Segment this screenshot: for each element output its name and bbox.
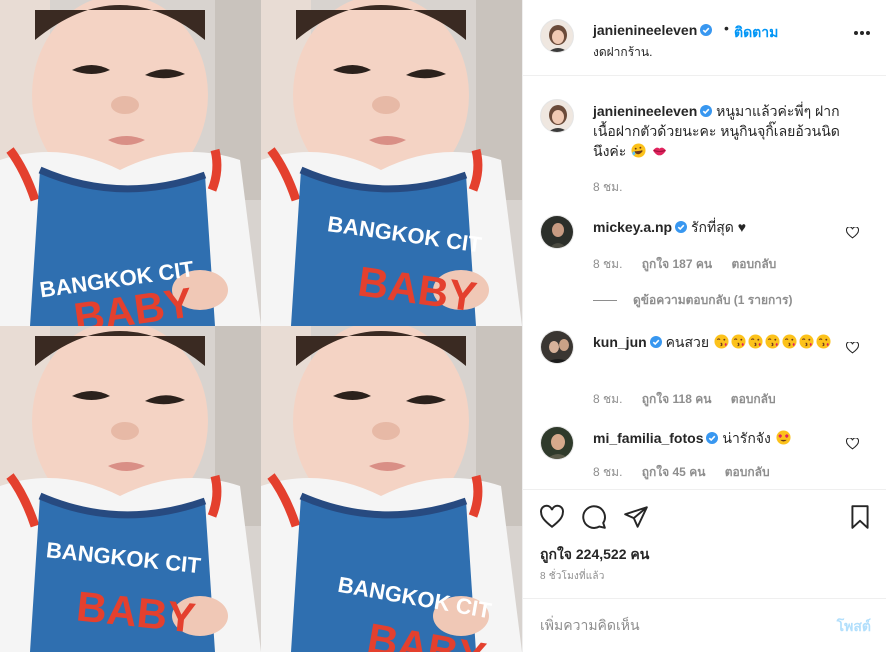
comment-username[interactable]: mi_familia_fotos [593, 430, 703, 446]
comment-meta: 8 ชม. ถูกใจ 45 คน ตอบกลับ [593, 463, 786, 482]
heart-icon[interactable] [539, 504, 565, 530]
follow-button[interactable]: ติดตาม [734, 22, 778, 44]
comment-time[interactable]: 8 ชม. [593, 257, 622, 271]
verified-badge-icon [706, 432, 719, 444]
caption-username[interactable]: janienineeleven [593, 103, 697, 119]
reply-button[interactable]: ตอบกลับ [725, 465, 770, 479]
comment-username[interactable]: kun_jun [593, 334, 647, 350]
comment-icon[interactable] [581, 504, 607, 530]
comment-text: รักที่สุด ♥ [691, 219, 747, 235]
photo-baby-3: BANGKOK CIT BABY [0, 326, 261, 652]
comment-time[interactable]: 8 ชม. [593, 392, 622, 406]
paper-plane-icon[interactable] [623, 504, 649, 530]
comment-body: mickey.a.np รักที่สุด ♥ [593, 217, 855, 237]
kissing-face-emoji [816, 334, 831, 349]
comment-like-heart-icon[interactable] [846, 342, 859, 354]
caption-time[interactable]: 8 ชม. [593, 180, 622, 194]
avatar[interactable] [540, 19, 574, 53]
photo-baby-1: BANGKOK CIT BABY [0, 0, 261, 326]
kissing-face-emoji [765, 334, 780, 349]
post-sidebar: janienineeleven • ติดตาม งดฝากร้าน. jani… [522, 0, 886, 652]
verified-badge-icon [700, 24, 713, 36]
post-timestamp[interactable]: 8 ชั่วโมงที่แล้ว [540, 569, 605, 584]
comment-time[interactable]: 8 ชม. [593, 465, 622, 479]
avatar[interactable] [540, 426, 574, 460]
comment-text: คนสวย [665, 334, 710, 350]
comment-input[interactable] [540, 613, 800, 637]
avatar[interactable] [540, 330, 574, 364]
kissing-face-emoji [748, 334, 763, 349]
comment-body: mi_familia_fotos น่ารักจัง [593, 428, 855, 448]
post-photo-collage[interactable]: BANGKOK CIT BABY BANGKOK CIT BABY BANGKO… [0, 0, 522, 652]
heart-eyes-emoji [776, 430, 791, 445]
comment-likes[interactable]: ถูกใจ 118 คน [642, 392, 712, 406]
verified-badge-icon [700, 105, 713, 117]
verified-badge-icon [649, 336, 662, 348]
view-replies-label[interactable]: ดูข้อความตอบกลับ (1 รายการ) [633, 293, 792, 307]
kissing-face-emoji [714, 334, 729, 349]
caption-meta: 8 ชม. [593, 178, 638, 197]
comment-like-heart-icon[interactable] [846, 227, 859, 239]
photo-baby-2: BANGKOK CIT BABY [261, 0, 522, 326]
caption-body: janienineeleven หนูมาแล้วค่ะพี่ๆ ฝากเนื้… [593, 101, 855, 161]
comment-body: kun_jun คนสวย [593, 332, 855, 352]
kissing-face-emoji [782, 334, 797, 349]
instagram-post: BANGKOK CIT BABY BANGKOK CIT BABY BANGKO… [0, 0, 886, 652]
comments-list[interactable]: janienineeleven หนูมาแล้วค่ะพี่ๆ ฝากเนื้… [523, 77, 886, 489]
kissing-face-emoji [731, 334, 746, 349]
post-comment-button[interactable]: โพสต์ [837, 616, 871, 638]
add-comment-bar: โพสต์ [523, 598, 886, 652]
lips-emoji [653, 147, 667, 156]
comment-text: น่ารักจัง [722, 430, 771, 446]
emoji-group [713, 334, 832, 350]
separator-dot: • [724, 20, 729, 36]
reply-button[interactable]: ตอบกลับ [731, 392, 776, 406]
location-link[interactable]: งดฝากร้าน. [593, 43, 652, 62]
comment-username[interactable]: mickey.a.np [593, 219, 672, 235]
post-header: janienineeleven • ติดตาม งดฝากร้าน. [523, 0, 886, 76]
comment-meta: 8 ชม. ถูกใจ 118 คน ตอบกลับ [593, 390, 792, 409]
verified-badge-icon [675, 221, 688, 233]
more-horizontal-icon[interactable] [853, 30, 871, 36]
comment-like-heart-icon[interactable] [846, 438, 859, 450]
view-replies-button[interactable]: ดูข้อความตอบกลับ (1 รายการ) [593, 291, 792, 310]
comment-likes[interactable]: ถูกใจ 45 คน [642, 465, 706, 479]
avatar[interactable] [540, 215, 574, 249]
likes-count[interactable]: ถูกใจ 224,522 คน [540, 544, 649, 566]
rolling-laughing-emoji [631, 143, 646, 158]
username-text[interactable]: janienineeleven [593, 22, 697, 38]
photo-baby-4: BANGKOK CIT BABY [261, 326, 522, 652]
avatar[interactable] [540, 99, 574, 133]
post-author-username[interactable]: janienineeleven [593, 22, 713, 38]
replies-divider-line [593, 300, 617, 302]
comment-meta: 8 ชม. ถูกใจ 187 คน ตอบกลับ [593, 255, 792, 274]
reply-button[interactable]: ตอบกลับ [731, 257, 776, 271]
kissing-face-emoji [799, 334, 814, 349]
comment-likes[interactable]: ถูกใจ 187 คน [642, 257, 712, 271]
bookmark-icon[interactable] [847, 504, 873, 530]
